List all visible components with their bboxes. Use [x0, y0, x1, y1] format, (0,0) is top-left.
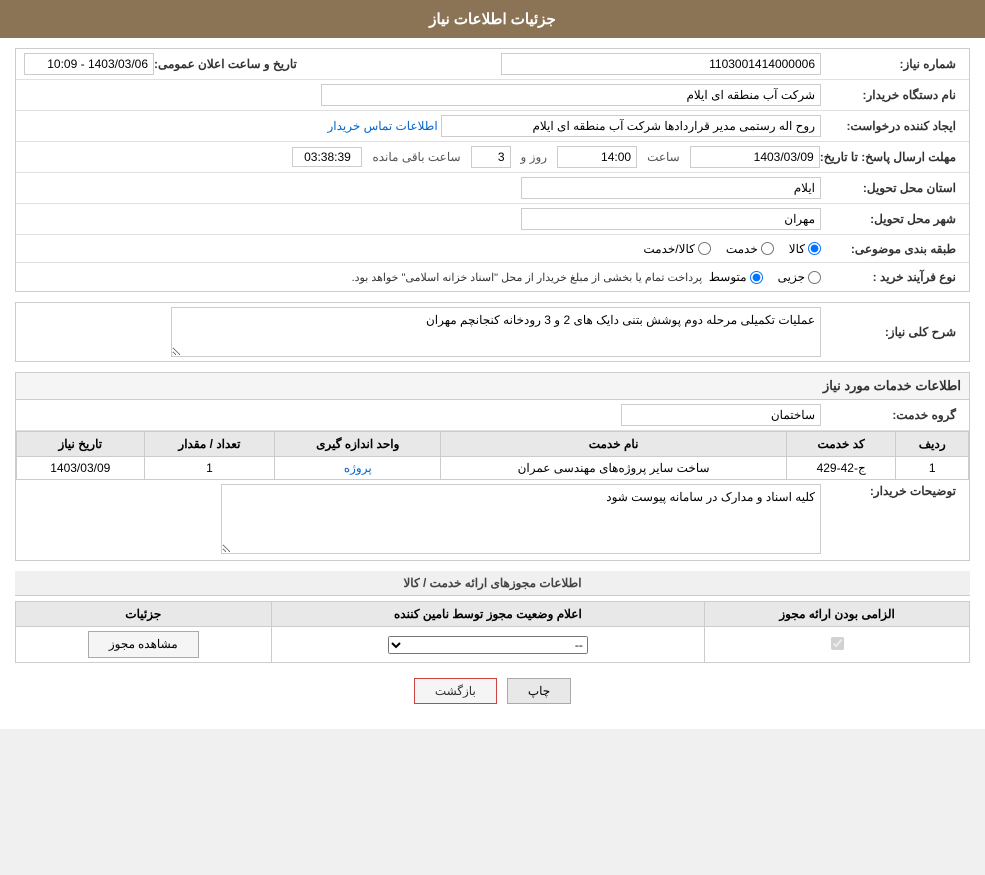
list-item: -- مشاهده مجوز: [16, 627, 970, 663]
deadline-row: ساعت روز و ساعت باقی مانده 03:38:39: [24, 146, 820, 168]
row-need-number: شماره نیاز: تاریخ و ساعت اعلان عمومی:: [16, 49, 969, 80]
row-category: طبقه بندی موضوعی: کالا خدمت کالا/خدمت: [16, 235, 969, 263]
cell-row-num: 1: [896, 457, 969, 480]
col-row-num: ردیف: [896, 432, 969, 457]
deadline-days-input[interactable]: [471, 146, 511, 168]
col-quantity: تعداد / مقدار: [144, 432, 275, 457]
contact-info-link[interactable]: اطلاعات تماس خریدار: [327, 119, 437, 133]
city-input[interactable]: [521, 208, 821, 230]
purchase-type-motavasset: متوسط: [709, 270, 763, 284]
radio-jozii[interactable]: [808, 271, 821, 284]
remaining-label: ساعت باقی مانده: [372, 150, 460, 164]
main-info-section: شماره نیاز: تاریخ و ساعت اعلان عمومی: نا…: [15, 48, 970, 292]
licenses-table: الزامی بودن ارائه مجوز اعلام وضعیت مجوز …: [15, 601, 970, 663]
row-need-desc: شرح کلی نیاز: عملیات تکمیلی مرحله دوم پو…: [16, 303, 969, 361]
row-purchase-type: نوع فرآیند خرید : جزیی متوسط پرداخت: [16, 263, 969, 291]
col-license-status: اعلام وضعیت مجوز توسط نامین کننده: [271, 602, 705, 627]
row-buyer-notes: توضیحات خریدار: کلیه اسناد و مدارک در سا…: [16, 480, 969, 560]
announce-label: تاریخ و ساعت اعلان عمومی:: [154, 57, 302, 71]
licenses-section: اطلاعات مجوزهای ارائه خدمت / کالا الزامی…: [15, 571, 970, 663]
col-unit: واحد اندازه گیری: [275, 432, 441, 457]
remaining-timer: 03:38:39: [292, 147, 362, 167]
cell-date: 1403/03/09: [17, 457, 145, 480]
days-label: روز و: [521, 150, 548, 164]
back-button[interactable]: بازگشت: [414, 678, 497, 704]
row-buyer-org: نام دستگاه خریدار:: [16, 80, 969, 111]
buyer-notes-textarea[interactable]: کلیه اسناد و مدارک در سامانه پیوست شود: [221, 484, 821, 554]
main-content: شماره نیاز: تاریخ و ساعت اعلان عمومی: نا…: [0, 38, 985, 729]
col-service-name: نام خدمت: [441, 432, 787, 457]
cell-service-code: ج-42-429: [786, 457, 895, 480]
col-license-required: الزامی بودن ارائه مجوز: [705, 602, 970, 627]
cell-license-details: مشاهده مجوز: [16, 627, 272, 663]
page-title: جزئیات اطلاعات نیاز: [429, 11, 556, 28]
announce-input[interactable]: [24, 53, 154, 75]
province-label: استان محل تحویل:: [821, 181, 961, 195]
cell-license-required: [705, 627, 970, 663]
need-number-label: شماره نیاز:: [821, 57, 961, 71]
row-province: استان محل تحویل:: [16, 173, 969, 204]
row-deadline: مهلت ارسال پاسخ: تا تاریخ: ساعت روز و سا…: [16, 142, 969, 173]
print-button[interactable]: چاپ: [507, 678, 571, 704]
services-section: اطلاعات خدمات مورد نیاز گروه خدمت: ردیف …: [15, 372, 970, 561]
col-service-code: کد خدمت: [786, 432, 895, 457]
buyer-org-input[interactable]: [321, 84, 821, 106]
purchase-type-label: نوع فرآیند خرید :: [821, 270, 961, 284]
row-service-group: گروه خدمت:: [16, 400, 969, 431]
license-status-select[interactable]: --: [388, 636, 588, 654]
need-desc-section: شرح کلی نیاز: عملیات تکمیلی مرحله دوم پو…: [15, 302, 970, 362]
row-city: شهر محل تحویل:: [16, 204, 969, 235]
cell-unit: پروژه: [275, 457, 441, 480]
city-label: شهر محل تحویل:: [821, 212, 961, 226]
purchase-type-jozii: جزیی: [778, 270, 821, 284]
buyer-notes-label: توضیحات خریدار:: [821, 484, 961, 498]
service-group-input[interactable]: [621, 404, 821, 426]
button-row: چاپ بازگشت: [15, 663, 970, 719]
purchase-type-note: پرداخت تمام یا بخشی از مبلغ خریدار از مح…: [352, 271, 703, 284]
province-input[interactable]: [521, 177, 821, 199]
radio-khedmat[interactable]: [761, 242, 774, 255]
cell-license-status: --: [271, 627, 705, 663]
deadline-label: مهلت ارسال پاسخ: تا تاریخ:: [820, 150, 961, 164]
col-license-details: جزئیات: [16, 602, 272, 627]
services-table: ردیف کد خدمت نام خدمت واحد اندازه گیری ت…: [16, 431, 969, 480]
category-kala: کالا: [789, 242, 821, 256]
cell-quantity: 1: [144, 457, 275, 480]
row-creator: ایجاد کننده درخواست: اطلاعات تماس خریدار: [16, 111, 969, 142]
services-table-container: ردیف کد خدمت نام خدمت واحد اندازه گیری ت…: [16, 431, 969, 480]
radio-kala[interactable]: [808, 242, 821, 255]
buyer-org-label: نام دستگاه خریدار:: [821, 88, 961, 102]
page-header: جزئیات اطلاعات نیاز: [0, 0, 985, 38]
deadline-date-input[interactable]: [690, 146, 820, 168]
category-label: طبقه بندی موضوعی:: [821, 242, 961, 256]
need-desc-label: شرح کلی نیاز:: [821, 325, 961, 339]
need-desc-textarea[interactable]: عملیات تکمیلی مرحله دوم پوشش بتنی دایک ه…: [171, 307, 821, 357]
col-date: تاریخ نیاز: [17, 432, 145, 457]
category-kala-khedmat: کالا/خدمت: [643, 242, 710, 256]
services-header: اطلاعات خدمات مورد نیاز: [16, 373, 969, 400]
view-license-button[interactable]: مشاهده مجوز: [88, 631, 199, 658]
page-container: جزئیات اطلاعات نیاز شماره نیاز: تاریخ و …: [0, 0, 985, 729]
purchase-type-radio-group: جزیی متوسط: [709, 270, 821, 284]
need-number-input[interactable]: [501, 53, 821, 75]
category-khedmat: خدمت: [726, 242, 774, 256]
radio-motavasset[interactable]: [750, 271, 763, 284]
license-required-checkbox[interactable]: [831, 637, 844, 650]
time-label: ساعت: [647, 150, 680, 164]
table-row: 1 ج-42-429 ساخت سایر پروژه‌های مهندسی عم…: [17, 457, 969, 480]
cell-service-name: ساخت سایر پروژه‌های مهندسی عمران: [441, 457, 787, 480]
radio-kala-khedmat[interactable]: [698, 242, 711, 255]
licenses-header[interactable]: اطلاعات مجوزهای ارائه خدمت / کالا: [15, 571, 970, 596]
creator-input[interactable]: [441, 115, 821, 137]
deadline-time-input[interactable]: [557, 146, 637, 168]
service-group-label: گروه خدمت:: [821, 408, 961, 422]
creator-label: ایجاد کننده درخواست:: [821, 119, 961, 133]
need-number-value-box: [322, 53, 821, 75]
